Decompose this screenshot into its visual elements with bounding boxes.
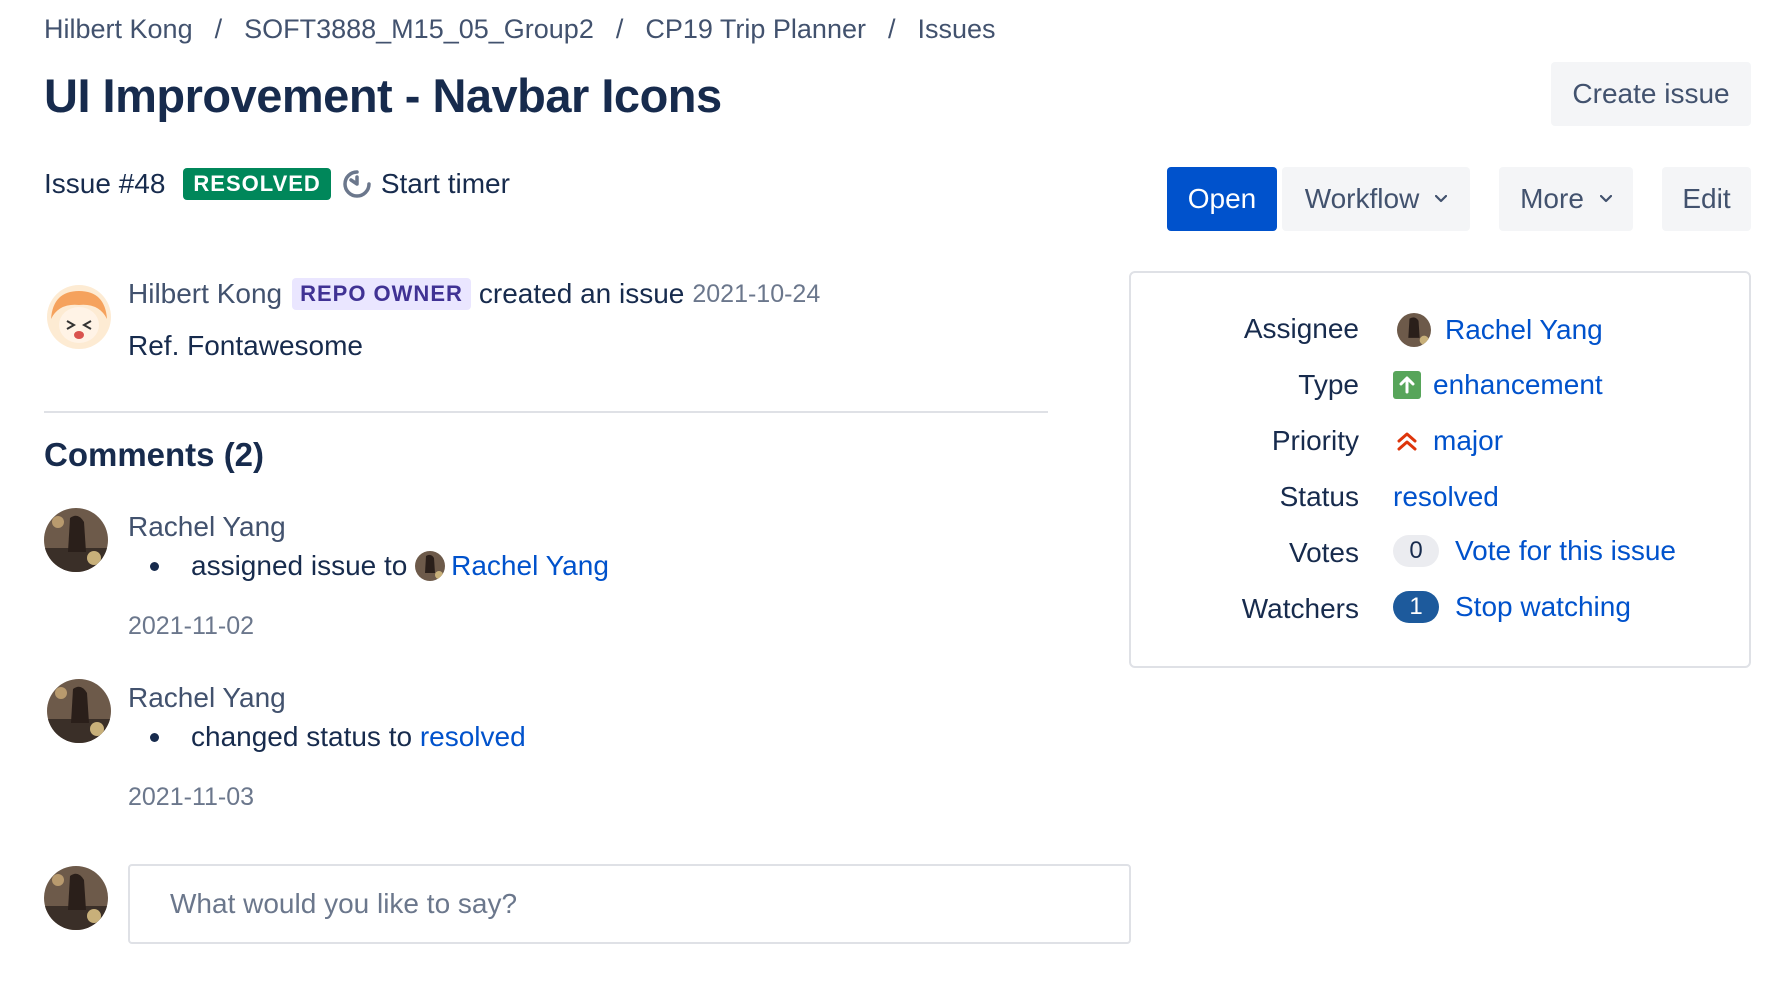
bullet [150,561,159,571]
bullet [150,732,159,742]
change-text: assigned issue to [191,550,408,581]
assignee-label: Assignee [1243,313,1359,344]
priority-value: major [1393,425,1503,457]
created-date: 2021-10-24 [692,279,821,308]
assignee-avatar [1397,313,1431,347]
type-value: enhancement [1393,369,1603,401]
comment-change: changed status to resolved [150,721,526,753]
avatar[interactable] [44,508,108,572]
watchers-value: 1 Stop watching [1393,591,1631,623]
breadcrumb-item-issues[interactable]: Issues [918,14,996,44]
double-chevron-up-icon [1397,432,1417,451]
status-value: resolved [1393,481,1499,513]
divider [44,411,1048,413]
current-user-avatar [44,866,108,930]
breadcrumb-item-repo[interactable]: CP19 Trip Planner [645,14,866,44]
avatar[interactable] [47,285,111,349]
repo-owner-badge: REPO OWNER [292,278,471,310]
breadcrumb-item-workspace[interactable]: SOFT3888_M15_05_Group2 [244,14,594,44]
status-link[interactable]: resolved [420,721,526,753]
avatar-image [44,508,108,572]
type-link[interactable]: enhancement [1433,369,1603,401]
avatar-image [44,866,108,930]
votes-value: 0 Vote for this issue [1393,535,1676,567]
issue-details-panel: Assignee Rachel Yang Type enhancement Pr… [1129,271,1751,668]
workflow-label: Workflow [1304,183,1420,214]
breadcrumb-separator: / [615,14,624,44]
assignee-avatar [415,551,446,581]
breadcrumb: Hilbert Kong / SOFT3888_M15_05_Group2 / CP19… [44,14,996,45]
open-button[interactable]: Open [1167,167,1277,231]
change-text: changed status to [191,721,413,752]
start-timer-label: Start timer [380,168,510,199]
issue-created-line: Hilbert Kong REPO OWNER created an issue… [128,278,820,310]
status-lozenge: RESOLVED [183,168,331,200]
votes-count: 0 [1393,535,1439,567]
assignee-value: Rachel Yang [1397,313,1603,347]
breadcrumb-separator: / [887,14,896,44]
create-issue-button[interactable]: Create issue [1551,62,1751,126]
workflow-dropdown[interactable]: Workflow [1282,167,1470,231]
start-timer-button[interactable]: Start timer [341,168,510,200]
more-label: More [1520,183,1584,214]
stop-watching-link[interactable]: Stop watching [1455,591,1631,623]
comments-title: Comments (2) [44,436,265,473]
watchers-label: Watchers [1241,593,1359,624]
chevron-down-icon [1599,195,1612,203]
issue-meta: Issue #48 RESOLVED Start timer [44,168,510,200]
breadcrumb-separator: / [214,14,223,44]
created-text: created an issue [478,278,685,309]
status-label: Status [1279,481,1359,512]
breadcrumb-item-user[interactable]: Hilbert Kong [44,14,193,44]
issue-author[interactable]: Hilbert Kong [128,278,282,310]
assignee-link[interactable]: Rachel Yang [451,550,609,582]
comment-date: 2021-11-02 [128,612,255,640]
avatar[interactable] [47,679,111,743]
arrow-up-icon [1393,371,1421,399]
status-link[interactable]: resolved [1393,481,1499,513]
issue-description: Ref. Fontawesome [128,330,363,361]
watchers-count: 1 [1393,591,1439,623]
edit-button[interactable]: Edit [1662,167,1751,231]
comment-input[interactable] [128,864,1131,944]
priority-label: Priority [1271,425,1359,456]
more-dropdown[interactable]: More [1499,167,1633,231]
avatar-image [47,679,111,743]
comment-author[interactable]: Rachel Yang [128,511,286,543]
assignee-link[interactable]: Rachel Yang [1445,314,1603,346]
avatar-image [47,285,111,349]
chevron-down-icon [1435,195,1448,203]
comment-date: 2021-11-03 [128,783,255,811]
vote-link[interactable]: Vote for this issue [1455,535,1676,567]
type-label: Type [1298,369,1359,400]
comment-author[interactable]: Rachel Yang [128,682,286,714]
comment-change: assigned issue to Rachel Yang [150,550,609,582]
timer-icon [343,170,371,198]
priority-link[interactable]: major [1433,425,1503,457]
votes-label: Votes [1288,537,1359,568]
page-title: UI Improvement - Navbar Icons [44,69,722,122]
issue-number: Issue #48 [44,168,166,199]
